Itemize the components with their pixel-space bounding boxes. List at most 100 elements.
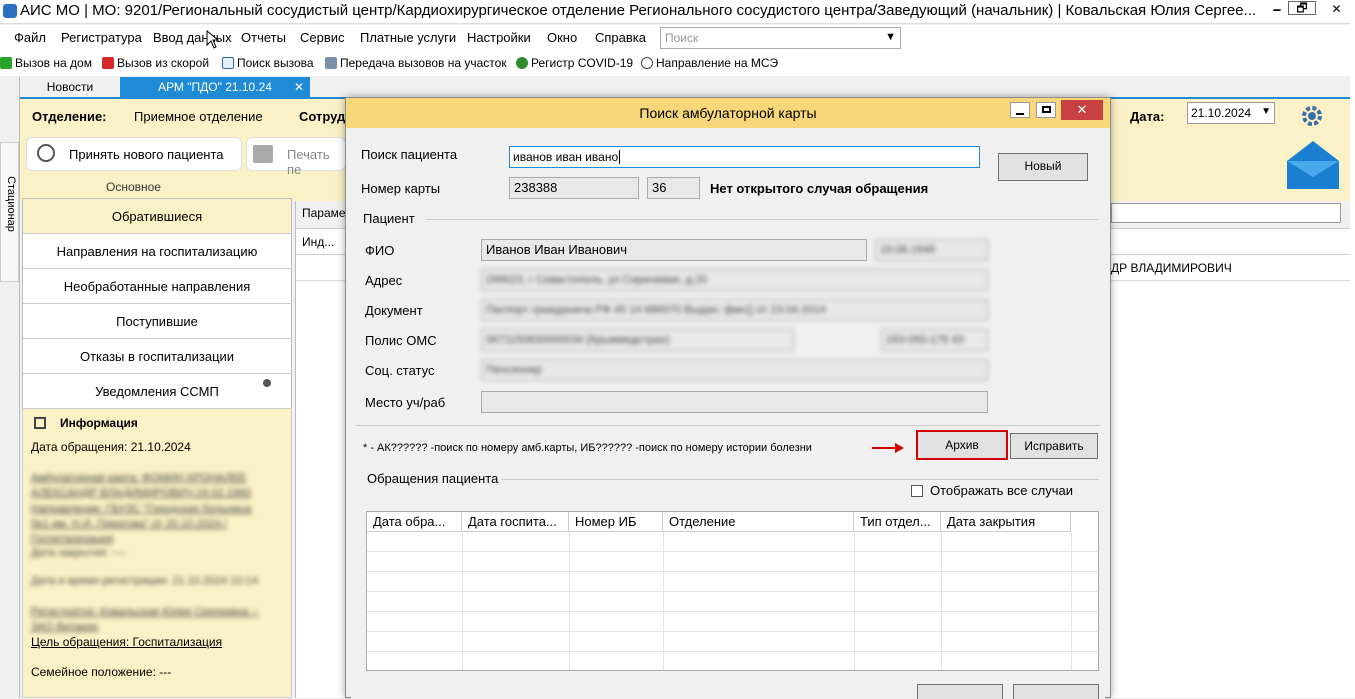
table-row[interactable] bbox=[367, 592, 1098, 612]
table-row[interactable] bbox=[367, 552, 1098, 572]
snils-field[interactable]: 183-050-178 43 bbox=[881, 329, 988, 351]
workplace-label: Место уч/раб bbox=[365, 395, 446, 410]
table-row[interactable] bbox=[367, 612, 1098, 632]
tab-arm[interactable]: АРМ "ПДО" 21.10.24 ✕ bbox=[120, 77, 310, 97]
dialog-maximize-button[interactable] bbox=[1036, 102, 1056, 118]
search-input[interactable]: иванов иван ивано bbox=[509, 146, 980, 168]
nav-item-admitted[interactable]: Поступившие bbox=[23, 304, 291, 339]
menu-service[interactable]: Сервис bbox=[300, 30, 345, 45]
menu-window[interactable]: Окно bbox=[547, 30, 577, 45]
restore-button[interactable]: 🗗 bbox=[1288, 1, 1316, 15]
side-tab-hospital[interactable]: Стационар bbox=[0, 142, 19, 282]
toolbar-ambulance-call[interactable]: Вызов из скорой bbox=[102, 56, 209, 70]
dialog-close-button[interactable]: ✕ bbox=[1061, 100, 1103, 120]
nav-item-refusals[interactable]: Отказы в госпитализации bbox=[23, 339, 291, 374]
toolbar-mse-referral[interactable]: Направление на МСЭ bbox=[641, 56, 778, 70]
social-status-field[interactable]: Пенсионер bbox=[481, 359, 988, 381]
document-tabs: Новости АРМ "ПДО" 21.10.24 ✕ bbox=[20, 77, 1355, 97]
column-ib-number[interactable]: Номер ИБ bbox=[569, 512, 663, 532]
envelope-icon[interactable] bbox=[1285, 139, 1341, 191]
toolbar-home-call-label: Вызов на дом bbox=[15, 56, 92, 70]
info-date: Дата обращения: 21.10.2024 bbox=[31, 440, 191, 454]
column-hosp-date[interactable]: Дата госпита... bbox=[462, 512, 569, 532]
toolbar-covid-register-label: Регистр COVID-19 bbox=[531, 56, 634, 70]
search-hint: * - АК?????? -поиск по номеру амб.карты,… bbox=[363, 442, 812, 454]
visits-section-label: Обращения пациента bbox=[367, 471, 499, 486]
fio-field[interactable]: Иванов Иван Иванович bbox=[481, 239, 867, 261]
referral-icon bbox=[641, 57, 653, 69]
print-button[interactable]: Печать пе bbox=[246, 137, 346, 177]
toolbar-call-search[interactable]: Поиск вызова bbox=[222, 56, 314, 70]
document-field[interactable]: Паспорт гражданина РФ 45 14 686970 Выдан… bbox=[481, 299, 988, 321]
info-referral[interactable]: Направление: ГБУЗС "Городская больница №… bbox=[31, 502, 271, 547]
side-panel: Стационар bbox=[0, 77, 20, 698]
column-dept-type[interactable]: Тип отдел... bbox=[854, 512, 941, 532]
menu-file[interactable]: Файл bbox=[14, 30, 46, 45]
menu-paid-services[interactable]: Платные услуги bbox=[360, 30, 456, 45]
minimize-button[interactable]: 🗕 bbox=[1263, 0, 1291, 18]
menu-search-input[interactable]: Поиск ▼ bbox=[660, 27, 901, 49]
menu-bar: Файл Регистратура Ввод данных Отчеты Сер… bbox=[0, 25, 1355, 51]
column-divider bbox=[854, 532, 855, 670]
side-tab-label: Стационар bbox=[5, 176, 17, 232]
menu-help[interactable]: Справка bbox=[595, 30, 646, 45]
date-picker[interactable]: 21.10.2024 ▼ bbox=[1187, 102, 1275, 124]
column-divider bbox=[663, 532, 664, 670]
table-row[interactable] bbox=[367, 572, 1098, 592]
tab-close-icon[interactable]: ✕ bbox=[294, 77, 304, 97]
edit-button[interactable]: Исправить bbox=[1010, 433, 1098, 459]
menu-reports[interactable]: Отчеты bbox=[241, 30, 286, 45]
window-border bbox=[1350, 0, 1355, 698]
dialog-minimize-button[interactable] bbox=[1010, 102, 1030, 118]
info-registrar[interactable]: Регистратор: Ковальская Юлия Сергеевна -… bbox=[31, 605, 271, 635]
show-all-checkbox[interactable] bbox=[911, 485, 923, 497]
info-panel: Информация Дата обращения: 21.10.2024 Ам… bbox=[22, 408, 292, 698]
cancel-button[interactable] bbox=[1013, 684, 1099, 699]
toolbar-transfer-calls[interactable]: Передача вызовов на участок bbox=[325, 56, 507, 70]
index-column[interactable]: Инд... bbox=[302, 235, 334, 249]
department-value[interactable]: Приемное отделение bbox=[134, 109, 263, 124]
toolbar-home-call[interactable]: Вызов на дом bbox=[0, 56, 92, 70]
tab-news[interactable]: Новости bbox=[20, 77, 120, 97]
new-button[interactable]: Новый bbox=[998, 153, 1088, 181]
tab-arm-label: АРМ "ПДО" 21.10.24 bbox=[158, 80, 272, 94]
oms-field[interactable]: 0671150830000034 (Крыммедстрах) bbox=[481, 329, 794, 351]
nav-item-unprocessed[interactable]: Необработанные направления bbox=[23, 269, 291, 304]
birthdate-field[interactable]: 19.08.1948 bbox=[875, 239, 988, 261]
show-all-label: Отображать все случаи bbox=[930, 483, 1073, 498]
column-close-date[interactable]: Дата закрытия bbox=[941, 512, 1071, 532]
transfer-icon bbox=[325, 57, 337, 69]
menu-settings[interactable]: Настройки bbox=[467, 30, 531, 45]
search-label: Поиск пациента bbox=[361, 147, 458, 162]
card-suffix-field[interactable]: 36 bbox=[647, 177, 700, 199]
info-title: Информация bbox=[60, 416, 138, 430]
info-card[interactable]: Амбулаторная карта: ФОМИН КРОНАЛЕЕ АЛЕКС… bbox=[31, 471, 271, 501]
quick-toolbar: Вызов на дом Вызов из скорой Поиск вызов… bbox=[0, 51, 1355, 76]
gear-icon[interactable] bbox=[1300, 104, 1324, 128]
new-patient-button[interactable]: Принять нового пациента bbox=[26, 137, 242, 171]
toolbar-covid-register[interactable]: Регистр COVID-19 bbox=[516, 56, 633, 70]
table-row[interactable] bbox=[367, 532, 1098, 552]
menu-registry[interactable]: Регистратура bbox=[61, 30, 142, 45]
info-purpose[interactable]: Цель обращения: Госпитализация bbox=[31, 635, 222, 649]
card-label: Номер карты bbox=[361, 181, 441, 196]
params-filter-input[interactable] bbox=[1111, 203, 1341, 223]
ambulance-icon bbox=[102, 57, 114, 69]
ok-button[interactable] bbox=[917, 684, 1003, 699]
date-value: 21.10.2024 bbox=[1191, 106, 1252, 120]
column-divider bbox=[1071, 532, 1072, 670]
archive-button[interactable]: Архив bbox=[916, 430, 1008, 460]
nav-item-applied[interactable]: Обратившиеся bbox=[23, 199, 291, 234]
workplace-field[interactable] bbox=[481, 391, 988, 413]
patient-section-divider bbox=[426, 219, 1098, 220]
toolbar-ambulance-call-label: Вызов из скорой bbox=[117, 56, 210, 70]
nav-item-hosp-referrals[interactable]: Направления на госпитализацию bbox=[23, 234, 291, 269]
card-number-field[interactable]: 238388 bbox=[509, 177, 639, 199]
dialog-titlebar: Поиск амбулаторной карты ✕ bbox=[346, 98, 1110, 128]
table-row[interactable] bbox=[367, 632, 1098, 652]
column-department[interactable]: Отделение bbox=[663, 512, 854, 532]
address-field[interactable]: 299023, г Севастополь, ул Сиреневая, д.2… bbox=[481, 269, 988, 291]
nav-item-notifications[interactable]: Уведомления ССМП bbox=[23, 374, 291, 409]
column-visit-date[interactable]: Дата обра... bbox=[367, 512, 462, 532]
params-label: Параме bbox=[302, 206, 346, 220]
